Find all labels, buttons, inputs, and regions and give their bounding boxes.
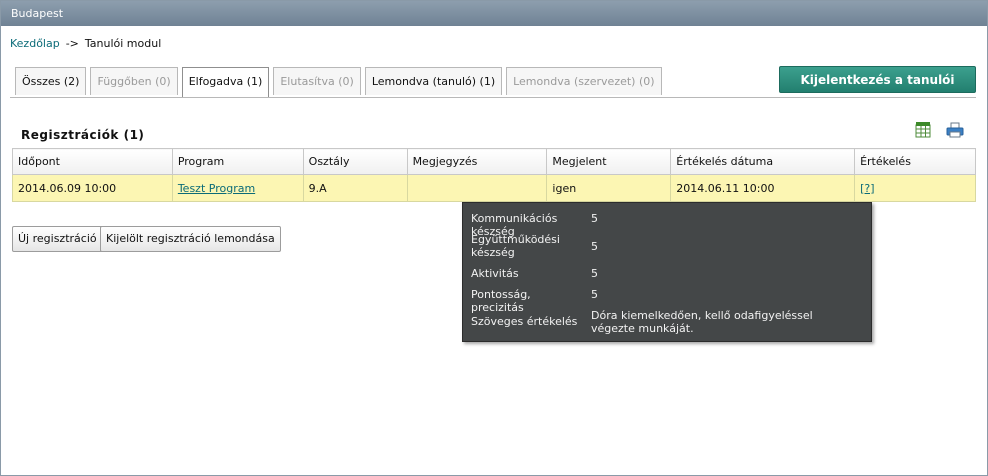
section-title: Regisztrációk (1) <box>21 128 145 142</box>
cell-osztaly: 9.A <box>302 174 408 202</box>
status-tabs: Összes (2) Függőben (0) Elfogadva (1) El… <box>15 67 666 98</box>
breadcrumb-home-link[interactable]: Kezdőlap <box>10 37 60 50</box>
logout-button[interactable]: Kijelentkezés a tanulói modulból <box>779 66 976 113</box>
column-header-megjelent[interactable]: Megjelent <box>546 148 672 175</box>
column-header-idopont[interactable]: Időpont <box>12 148 173 175</box>
tooltip-label: Szöveges értékelés <box>471 315 578 328</box>
evaluation-tooltip: Kommunikációs készség 5 Együttműködési k… <box>462 202 872 342</box>
breadcrumb: Kezdőlap -> Tanulói modul <box>10 37 161 50</box>
cancel-registration-button[interactable]: Kijelölt regisztráció lemondása <box>100 226 281 252</box>
tooltip-value: 5 <box>591 240 598 253</box>
tooltip-label: Aktivitás <box>471 267 519 280</box>
tab-lemondva-szervezet[interactable]: Lemondva (szervezet) (0) <box>506 67 662 95</box>
column-header-ertekeles-datuma[interactable]: Értékelés dátuma <box>670 148 856 175</box>
xlsx-export-icon[interactable] <box>914 122 932 138</box>
tooltip-label: Együttműködési készség <box>471 233 560 259</box>
tooltip-value: 5 <box>591 267 598 280</box>
tab-elutasitva[interactable]: Elutasítva (0) <box>273 67 361 95</box>
window-title: Budapest <box>1 1 987 26</box>
tooltip-label: Pontosság, precizitás <box>471 288 531 314</box>
cell-idopont: 2014.06.09 10:00 <box>12 174 173 202</box>
cell-ertekeles: [?] <box>854 174 976 202</box>
tooltip-value: 5 <box>591 288 598 301</box>
cell-megjegyzes <box>406 174 548 202</box>
column-header-osztaly[interactable]: Osztály <box>302 148 408 175</box>
print-icon[interactable] <box>946 122 964 138</box>
cell-program: Teszt Program <box>171 174 304 202</box>
tooltip-value: Dóra kiemelkedően, kellő odafigyeléssel … <box>591 309 813 335</box>
tab-elfogadva[interactable]: Elfogadva (1) <box>181 67 270 98</box>
breadcrumb-separator: -> <box>65 37 79 50</box>
column-header-megjegyzes[interactable]: Megjegyzés <box>406 148 548 175</box>
breadcrumb-current: Tanulói modul <box>84 37 162 50</box>
evaluation-details-link[interactable]: [?] <box>860 182 874 195</box>
column-header-ertekeles[interactable]: Értékelés <box>854 148 976 175</box>
tab-osszes[interactable]: Összes (2) <box>15 67 87 95</box>
cell-ertekeles-datuma: 2014.06.11 10:00 <box>670 174 856 202</box>
table-row[interactable]: 2014.06.09 10:00 Teszt Program 9.A igen … <box>12 174 976 202</box>
registrations-table: Időpont Program Osztály Megjegyzés Megje… <box>12 148 976 202</box>
tab-fuggoben[interactable]: Függőben (0) <box>90 67 178 95</box>
tab-divider <box>10 97 976 98</box>
program-link[interactable]: Teszt Program <box>178 182 255 195</box>
column-header-program[interactable]: Program <box>171 148 304 175</box>
table-header-row: Időpont Program Osztály Megjegyzés Megje… <box>12 148 976 175</box>
tooltip-value: 5 <box>591 212 598 225</box>
tab-lemondva-tanulo[interactable]: Lemondva (tanuló) (1) <box>364 67 503 95</box>
cell-megjelent: igen <box>546 174 672 202</box>
new-registration-button[interactable]: Új regisztráció <box>12 226 103 252</box>
